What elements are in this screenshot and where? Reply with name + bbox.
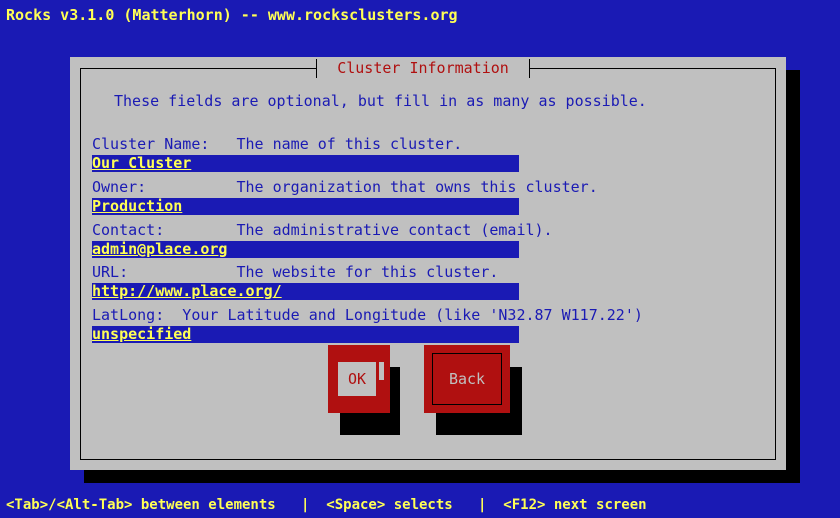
url-input[interactable]: http://www.place.org/	[92, 283, 519, 300]
url-label: URL: The website for this cluster.	[92, 263, 499, 281]
intro-text: These fields are optional, but fill in a…	[114, 92, 647, 110]
latlong-value: unspecified	[92, 326, 192, 343]
owner-label: Owner: The organization that owns this c…	[92, 178, 598, 196]
dialog-title: Cluster Information	[316, 59, 530, 78]
installer-screen: Rocks v3.1.0 (Matterhorn) -- www.rockscl…	[0, 0, 840, 518]
owner-input[interactable]: Production	[92, 198, 519, 215]
back-button[interactable]: Back	[424, 345, 510, 413]
cluster-name-label: Cluster Name: The name of this cluster.	[92, 135, 463, 153]
ok-button-label: OK	[338, 362, 376, 396]
cluster-name-input[interactable]: Our Cluster	[92, 155, 519, 172]
owner-value: Production	[92, 198, 183, 215]
back-button-label: Back	[432, 353, 502, 405]
text-cursor	[379, 362, 384, 380]
status-bar: <Tab>/<Alt-Tab> between elements | <Spac…	[6, 497, 647, 513]
contact-value: admin@place.org	[92, 241, 228, 258]
cluster-info-dialog: Cluster Information These fields are opt…	[70, 57, 786, 470]
contact-input[interactable]: admin@place.org	[92, 241, 519, 258]
contact-label: Contact: The administrative contact (ema…	[92, 221, 553, 239]
latlong-input[interactable]: unspecified	[92, 326, 519, 343]
cluster-name-value: Our Cluster	[92, 155, 192, 172]
latlong-label: LatLong: Your Latitude and Longitude (li…	[92, 306, 643, 324]
url-value: http://www.place.org/	[92, 283, 282, 300]
ok-button[interactable]: OK	[328, 345, 390, 413]
header-title: Rocks v3.1.0 (Matterhorn) -- www.rockscl…	[6, 6, 458, 24]
